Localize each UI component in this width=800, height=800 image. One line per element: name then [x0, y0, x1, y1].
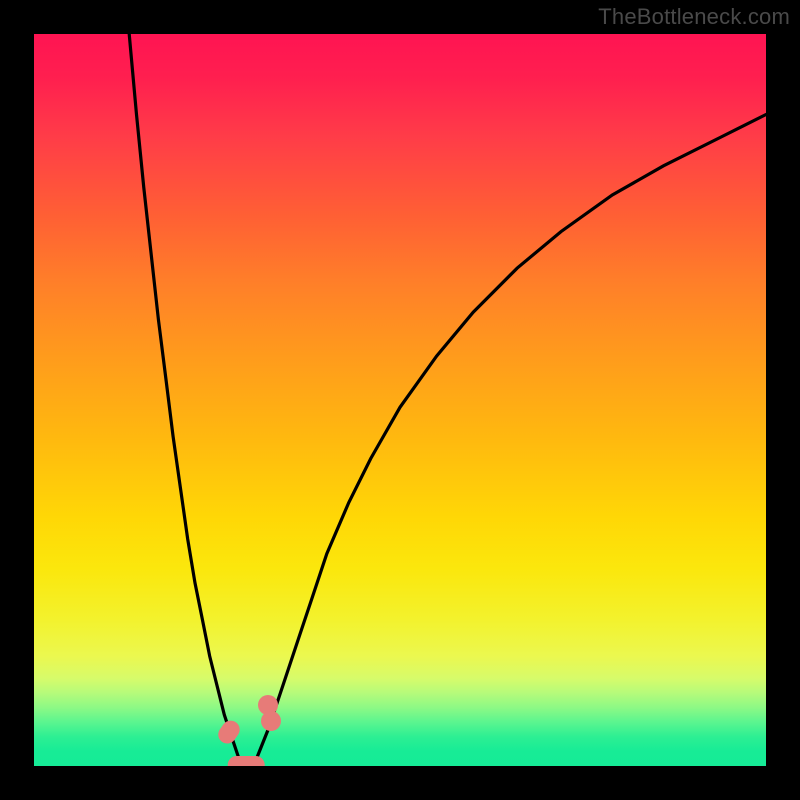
curve-layer — [34, 34, 766, 766]
marker-pill — [228, 756, 265, 766]
plot-area — [34, 34, 766, 766]
curve-right-arm — [254, 115, 766, 767]
chart-frame: TheBottleneck.com — [0, 0, 800, 800]
marker-dot — [261, 711, 281, 731]
curve-left-arm — [129, 34, 239, 759]
watermark-text: TheBottleneck.com — [598, 4, 790, 30]
